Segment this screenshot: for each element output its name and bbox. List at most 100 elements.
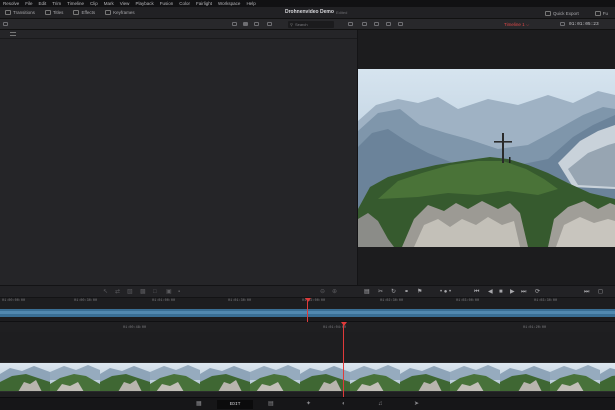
project-title: Drohnenvideo Demo xyxy=(285,9,334,15)
menu-timeline[interactable]: Timeline xyxy=(67,1,84,6)
transitions-icon xyxy=(5,10,11,15)
export-icon xyxy=(544,10,551,16)
zoom-icon[interactable] xyxy=(398,22,403,26)
menu-color[interactable]: Color xyxy=(179,1,190,6)
edit-page-label: EDIT xyxy=(229,402,241,407)
place-on-top-icon[interactable]: ▣ xyxy=(166,289,172,295)
overview-playhead-marker[interactable] xyxy=(304,298,311,302)
menu-help[interactable]: Help xyxy=(246,1,255,6)
media-page-icon[interactable]: ▦ xyxy=(196,401,202,408)
linked-selection-icon[interactable]: ⚭ xyxy=(404,289,409,295)
ruler-label: 01:03:30:00 xyxy=(534,299,558,303)
quick-export-label: Quick Export xyxy=(552,10,579,16)
timeline-viewer xyxy=(358,30,615,285)
menu-playback[interactable]: Playback xyxy=(135,1,153,6)
effects-button[interactable]: Effects xyxy=(68,10,100,15)
metadata-view-icon[interactable] xyxy=(254,22,259,26)
bin-list-icon[interactable] xyxy=(10,32,16,36)
fullscreen-viewer-icon[interactable]: ◻ xyxy=(598,289,603,295)
clip-tools-icon[interactable]: ▤ xyxy=(364,289,370,295)
fullscreen-label: Fu xyxy=(602,10,608,16)
source-viewer-icon[interactable] xyxy=(374,22,379,26)
ruler-label: 01:00:30:00 xyxy=(74,299,98,303)
flag-icon[interactable]: ⚑ xyxy=(417,289,422,295)
timeline-name-dropdown[interactable]: Timeline 1 ⌵ xyxy=(504,22,529,27)
menu-resolve[interactable]: Resolve xyxy=(3,1,19,6)
menu-mark[interactable]: Mark xyxy=(104,1,114,6)
play-button[interactable]: ▶ xyxy=(510,289,515,295)
cut-page-icon[interactable]: ▤ xyxy=(268,401,274,408)
go-to-start-button[interactable]: ⏮ xyxy=(474,289,479,295)
split-clip-icon[interactable]: ✂ xyxy=(378,289,383,295)
clip-filmstrip xyxy=(0,362,615,392)
selection-mode-icon[interactable]: ↖ xyxy=(103,289,108,295)
dual-viewer-icon[interactable] xyxy=(386,22,391,26)
viewer-frame[interactable] xyxy=(358,69,615,247)
viewer-mode-icon[interactable] xyxy=(348,22,353,26)
menu-fusion[interactable]: Fusion xyxy=(160,1,174,6)
menu-trim[interactable]: Trim xyxy=(52,1,61,6)
fullscreen-button[interactable]: Fu xyxy=(590,10,613,16)
titles-button[interactable]: Titles xyxy=(40,10,69,15)
panel-toggle-icon[interactable] xyxy=(3,22,8,26)
go-to-end-button[interactable]: ⏭ xyxy=(521,289,526,295)
overview-playhead[interactable] xyxy=(307,301,308,322)
append-icon[interactable]: ▪ xyxy=(178,289,180,295)
match-frame-icon[interactable] xyxy=(362,22,367,26)
snapping-icon[interactable]: ↻ xyxy=(391,289,396,295)
menu-bar: Resolve File Edit Trim Timeline Clip Mar… xyxy=(0,0,615,7)
media-pool-header xyxy=(0,30,357,39)
sort-icon[interactable] xyxy=(267,22,272,26)
edit-page-tab[interactable]: EDIT xyxy=(217,400,253,409)
next-frame-icon[interactable]: ⏭ xyxy=(584,289,589,295)
timecode-display: 01:01:05:23 xyxy=(569,22,599,27)
fullscreen-icon xyxy=(594,10,601,16)
list-view-icon[interactable] xyxy=(232,22,237,26)
menu-fairlight[interactable]: Fairlight xyxy=(196,1,212,6)
menu-clip[interactable]: Clip xyxy=(90,1,98,6)
titles-label: Titles xyxy=(52,10,64,15)
trim-mode-icon[interactable]: ⇄ xyxy=(115,289,120,295)
zoom-out-icon[interactable]: ⊖ xyxy=(320,289,325,295)
timeline-playhead[interactable] xyxy=(343,324,344,397)
detail-timeline-ruler[interactable]: 01:00:48:00 01:01:04:00 01:01:20:00 xyxy=(0,322,615,332)
ruler-label: 01:02:30:00 xyxy=(380,299,404,303)
stop-button[interactable]: ■ xyxy=(499,289,503,295)
grid-view-icon[interactable] xyxy=(243,22,248,26)
effects-label: Effects xyxy=(81,10,96,15)
deliver-page-icon[interactable]: ➤ xyxy=(414,401,419,408)
panel-subbar: ⚲ Timeline 1 ⌵ 01:01:05:23 xyxy=(0,19,615,30)
play-reverse-button[interactable]: ◀ xyxy=(488,289,493,295)
project-status: Edited xyxy=(336,9,348,15)
search-input[interactable] xyxy=(294,22,335,27)
menu-file[interactable]: File xyxy=(25,1,32,6)
video-clip-thumbnails[interactable] xyxy=(0,362,615,392)
transitions-label: Transitions xyxy=(13,10,35,15)
menu-edit[interactable]: Edit xyxy=(39,1,47,6)
timeline-playhead-marker[interactable] xyxy=(340,322,347,326)
options-icon[interactable] xyxy=(560,22,565,26)
effects-icon xyxy=(73,10,80,15)
color-page-icon[interactable]: ◐ xyxy=(342,401,346,408)
replace-clip-icon[interactable]: □ xyxy=(153,289,157,295)
zoom-in-icon[interactable]: ⊕ xyxy=(332,289,337,295)
fairlight-page-icon[interactable]: ♫ xyxy=(378,401,383,408)
jog-indicator[interactable]: • ● • xyxy=(440,289,451,295)
overwrite-clip-icon[interactable]: ▩ xyxy=(140,289,146,295)
titles-icon xyxy=(44,10,51,15)
fusion-page-icon[interactable]: ✦ xyxy=(306,401,311,408)
page-navigation-bar: ▦ EDIT ▤ ✦ ◐ ♫ ➤ xyxy=(0,397,615,410)
keyframes-button[interactable]: Keyframes xyxy=(100,10,140,15)
loop-button[interactable]: ⟳ xyxy=(535,289,540,295)
ruler-label: 01:01:00:00 xyxy=(152,299,176,303)
menu-workspace[interactable]: Workspace xyxy=(218,1,240,6)
ruler-label: 01:03:00:00 xyxy=(456,299,480,303)
keyframes-label: Keyframes xyxy=(113,10,135,15)
menu-view[interactable]: View xyxy=(120,1,130,6)
ruler-label: 01:01:20:00 xyxy=(523,326,547,330)
keyframes-icon xyxy=(105,10,112,15)
insert-clip-icon[interactable]: ▧ xyxy=(127,289,133,295)
media-pool-panel[interactable] xyxy=(0,30,358,285)
transitions-button[interactable]: Transitions xyxy=(0,10,40,15)
quick-export-button[interactable]: Quick Export xyxy=(540,10,584,16)
